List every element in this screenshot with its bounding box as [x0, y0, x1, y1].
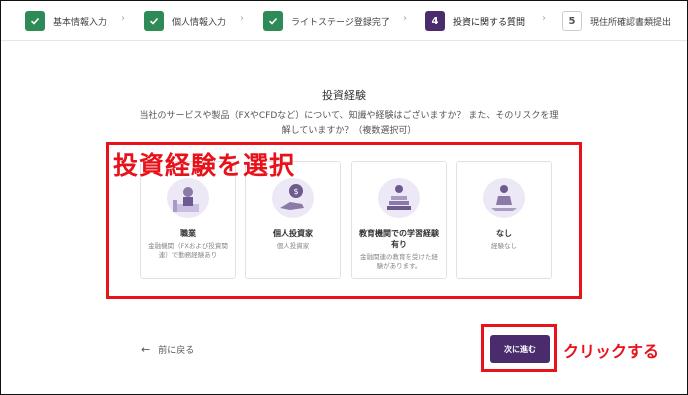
chevron-right-icon: ›: [240, 13, 244, 24]
step-label: 投資に関する質問: [453, 17, 526, 28]
step-investment-questions: 4 投資に関する質問: [425, 9, 525, 33]
step-number: 4: [425, 11, 445, 31]
chevron-right-icon: ›: [403, 13, 407, 24]
chevron-right-icon: ›: [542, 13, 546, 24]
chevron-right-icon: ›: [121, 13, 125, 24]
back-label: 前に戻る: [158, 346, 195, 356]
check-icon: [25, 11, 45, 31]
step-basic-info: 基本情報入力: [25, 9, 107, 33]
check-icon: [263, 11, 283, 31]
step-label: 個人情報入力: [172, 17, 227, 28]
page-frame: 基本情報入力 › 個人情報入力 › ライトステージ登録完了 › 4 投資に関する…: [0, 0, 688, 395]
step-label: ライトステージ登録完了: [291, 17, 390, 28]
step-address-docs: 5 現住所確認書類提出: [562, 9, 671, 33]
progress-stepper: 基本情報入力 › 個人情報入力 › ライトステージ登録完了 › 4 投資に関する…: [1, 1, 687, 41]
question-title: 投資経験: [322, 89, 366, 102]
step-personal-info: 個人情報入力: [144, 9, 226, 33]
step-label: 基本情報入力: [53, 17, 108, 28]
question-description: 当社のサービスや製品（FXやCFDなど）について、知識や経験はございますか？ ま…: [139, 111, 559, 136]
step-label: 現住所確認書類提出: [590, 17, 672, 28]
step-number: 5: [562, 11, 582, 31]
annotation-click-label: クリックする: [563, 342, 660, 361]
annotation-select-label: 投資経験を選択: [113, 151, 296, 180]
check-icon: [144, 11, 164, 31]
arrow-left-icon: ←: [141, 343, 151, 356]
step-light-stage: ライトステージ登録完了: [263, 9, 390, 33]
next-button[interactable]: 次に進む: [490, 335, 550, 363]
back-link[interactable]: ← 前に戻る: [141, 343, 194, 356]
